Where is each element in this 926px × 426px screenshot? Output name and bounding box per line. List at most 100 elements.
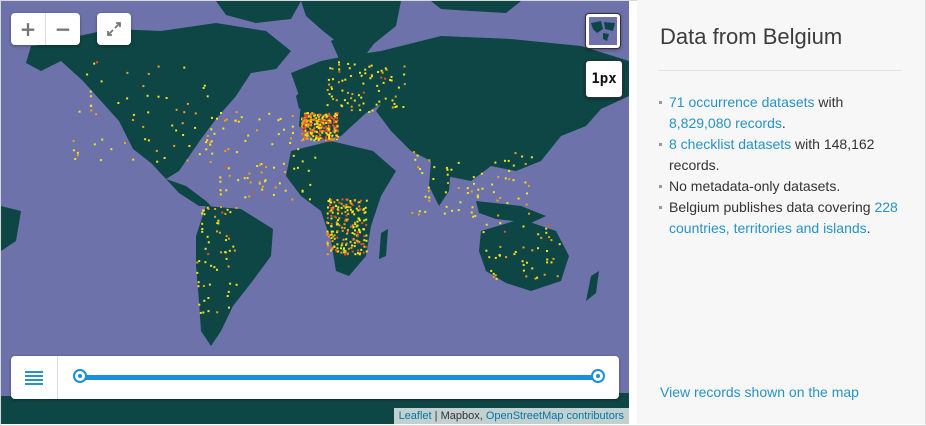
occurrence-dot	[537, 233, 540, 236]
occurrence-dot	[309, 183, 312, 186]
zoom-out-button[interactable]: −	[45, 13, 80, 45]
occurrence-dot	[330, 233, 333, 236]
occurrence-dot	[451, 209, 454, 212]
occurrence-dot	[328, 93, 331, 96]
occurrence-dot	[370, 75, 373, 78]
occurrence-dot	[216, 222, 219, 225]
occurrence-dot	[273, 166, 275, 169]
occurrence-dot	[234, 119, 237, 122]
occurrence-dot	[353, 213, 356, 216]
occurrence-dot	[224, 212, 227, 215]
occurrence-dot	[99, 159, 102, 162]
occurrence-dot	[416, 154, 419, 157]
occurrence-dot	[353, 199, 356, 202]
summary-list: 71 occurrence datasets with 8,829,080 re…	[659, 92, 909, 239]
map[interactable]: + − 1px Leaflet | Mapbox, OpenStreetMap …	[1, 1, 629, 424]
occurrence-dot	[329, 204, 331, 207]
osm-link[interactable]: OpenStreetMap contributors	[486, 410, 624, 422]
occurrence-dot	[358, 104, 361, 107]
occurrence-dot	[391, 106, 394, 109]
occurrence-dot	[165, 97, 168, 99]
list-item: 8 checklist datasets with 148,162 record…	[659, 134, 909, 176]
occurrence-dot	[546, 250, 548, 252]
occurrence-dot	[227, 237, 230, 240]
occurrence-dot	[321, 137, 324, 140]
slider-track[interactable]	[81, 375, 598, 380]
checklist-datasets-link[interactable]: 8 checklist datasets	[669, 136, 791, 152]
occurrence-dot	[326, 242, 329, 245]
occurrence-dot	[473, 182, 475, 185]
occurrence-dot	[181, 122, 184, 125]
occurrence-dot	[264, 180, 266, 183]
slider-start-handle[interactable]	[73, 369, 87, 383]
occurrence-dot	[522, 263, 525, 266]
occurrence-dot	[325, 113, 328, 116]
occurrence-dot	[100, 80, 103, 83]
occurrence-dot	[331, 87, 333, 90]
occurrence-dot	[326, 104, 329, 107]
occurrence-dot	[326, 244, 329, 247]
occurrence-dot	[220, 206, 222, 209]
occurrence-dot	[492, 272, 495, 275]
occurrence-dot	[364, 245, 367, 248]
occurrence-dot	[227, 265, 230, 268]
occurrence-dot	[504, 159, 506, 162]
occurrence-dot	[491, 183, 494, 186]
occurrence-dot	[332, 246, 335, 249]
occurrence-dot	[347, 62, 350, 65]
occurrence-dot	[335, 221, 338, 224]
occurrence-dot	[371, 109, 374, 112]
occurrence-dot	[368, 65, 371, 68]
occurrence-dot	[504, 177, 507, 180]
occurrence-dot	[328, 114, 331, 117]
view-records-link[interactable]: View records shown on the map	[660, 384, 859, 400]
occurrence-dot	[101, 138, 104, 141]
occurrence-dot	[223, 119, 226, 122]
occurrence-dot	[450, 168, 453, 171]
attribution-separator: | Mapbox,	[431, 410, 486, 422]
occurrence-dot	[503, 230, 506, 233]
occurrence-dot	[216, 311, 219, 314]
occurrence-dot	[341, 242, 344, 245]
occurrence-dot	[216, 268, 218, 271]
leaflet-link[interactable]: Leaflet	[399, 410, 432, 422]
occurrence-dot	[305, 115, 308, 118]
occurrence-dot	[220, 112, 222, 114]
occurrence-dot	[354, 253, 357, 256]
occurrence-dot	[457, 161, 460, 164]
occurrence-dot	[540, 236, 543, 239]
occurrence-dot	[470, 190, 473, 193]
pixel-size-button[interactable]: 1px	[585, 60, 623, 98]
occurrence-dot	[330, 222, 333, 225]
occurrence-dot	[338, 63, 341, 66]
occurrence-dot	[342, 238, 345, 241]
zoom-in-button[interactable]: +	[11, 13, 45, 45]
occurrence-dot	[365, 234, 368, 237]
timeline-menu-button[interactable]	[11, 356, 58, 399]
occurrence-records-link[interactable]: 8,829,080 records	[669, 115, 782, 131]
occurrence-dot	[537, 247, 539, 250]
occurrence-dot	[292, 132, 294, 134]
occurrence-dot	[224, 251, 227, 254]
occurrence-dot	[277, 133, 280, 136]
occurrence-dot	[194, 126, 197, 129]
map-style-button[interactable]	[585, 13, 621, 49]
occurrence-dot	[147, 72, 150, 75]
occurrence-datasets-link[interactable]: 71 occurrence datasets	[669, 94, 815, 110]
occurrence-dot	[427, 189, 430, 192]
occurrence-dot	[256, 129, 258, 132]
occurrence-dot	[376, 84, 379, 87]
occurrence-dot	[211, 152, 214, 155]
occurrence-dot	[301, 160, 304, 163]
occurrence-dot	[291, 114, 294, 117]
occurrence-dot	[78, 110, 81, 113]
slider-end-handle[interactable]	[591, 369, 605, 383]
occurrence-dot	[307, 130, 310, 133]
occurrence-dot	[335, 134, 338, 137]
fullscreen-button[interactable]	[97, 13, 131, 45]
occurrence-dot	[232, 245, 235, 248]
occurrence-dot	[356, 241, 359, 244]
occurrence-dot	[341, 212, 343, 215]
occurrence-dot	[334, 129, 337, 132]
occurrence-dot	[203, 299, 206, 302]
